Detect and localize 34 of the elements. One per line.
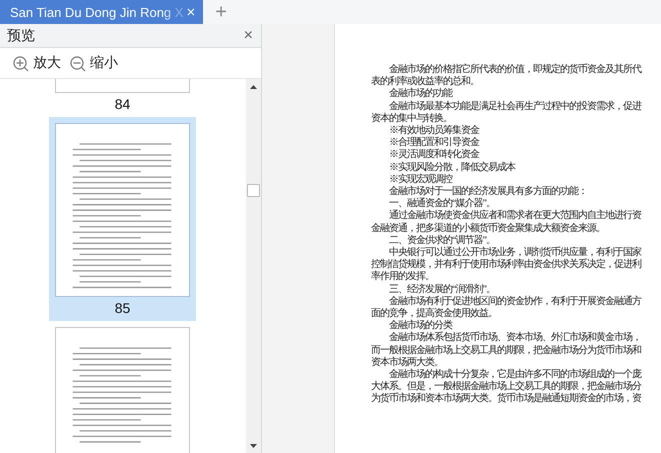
- tab-close-button[interactable]: ×: [186, 4, 196, 20]
- paragraph: ※灵活调度和转化资金: [388, 149, 480, 162]
- scrollbar[interactable]: [246, 79, 261, 453]
- paragraph: 金融市场对于一国的经济发展具有多方面的功能：: [388, 186, 588, 198]
- zoom-out-icon: [69, 54, 86, 72]
- document-tab[interactable]: San Tian Du Dong Jin Rong X ×: [0, 0, 204, 24]
- paragraph: ※合理配置和引导资金: [388, 137, 480, 148]
- paragraph: 通过金融市场使资金供应者和需求者在更大范围内自主地进行资金融资通，把多渠道的小额货币资金聚集成大额资金来源。: [371, 210, 641, 234]
- paragraph: 三、经济发展的“润滑剂”。: [388, 284, 496, 296]
- page-thumbnail[interactable]: 84: [49, 79, 196, 117]
- page-number: 84: [114, 95, 130, 114]
- paragraph: 二、资金供求的“调节器”。: [388, 234, 496, 246]
- paragraph: ※实现宏观调控: [388, 174, 454, 186]
- paragraph: 金融市场的功能: [388, 88, 454, 100]
- zoom-in-button[interactable]: 放大: [12, 54, 61, 72]
- paragraph: 金融市场体系包括货币市场、资本市场、外汇市场和黄金市场，而一般根据金融市场上交易工具的期限，把金融市场分为货币市场和资本市场两大类。: [371, 332, 641, 368]
- panel-close-button[interactable]: ×: [244, 28, 253, 44]
- zoom-out-button[interactable]: 缩小: [69, 54, 118, 72]
- scrollbar-thumb[interactable]: [247, 184, 260, 197]
- paragraph: 金融市场最基本功能是满足社会再生产过程中的投资需求，促进资本的集中与转换。: [371, 100, 641, 124]
- panel-title: 预览: [7, 26, 35, 44]
- zoom-in-icon: [12, 54, 29, 72]
- paragraph: ※实现风险分散，降低交易成本: [388, 162, 516, 174]
- scroll-down-icon[interactable]: [250, 444, 257, 448]
- paragraph: 金融市场的构成十分复杂，它是由许多不同的市场组成的一个庞大体系。但是，一般根据金融市场上交易工具的期限，把金融市场分为货币市场和资本市场两大类。货币市场是融通短期资金的市场，资: [371, 369, 641, 406]
- paragraph: ※有效地动员筹集资金: [388, 125, 480, 136]
- scroll-up-icon[interactable]: [250, 85, 257, 89]
- paragraph: 一、融通资金的“媒介器”。: [388, 198, 496, 210]
- paragraph: 中央银行可以通过公开市场业务，调剂货币供应量，有利于国家控制信贷规模，并有利于使用市场利率由资金供求关系决定，促进利率作用的发挥。: [371, 247, 641, 284]
- page-thumbnail[interactable]: 85: [49, 117, 196, 321]
- paragraph: 金融市场有利于促进地区间的资金协作，有利于开展资金融通方面的竞争，提高资金使用效益。: [371, 296, 641, 320]
- paragraph: 金融市场的价格指它所代表的价值，即规定的货币资金及其所代表的利率或收益率的总和。: [371, 64, 641, 88]
- page-number: 85: [114, 299, 130, 318]
- paragraph: 金融市场的分类: [388, 320, 454, 332]
